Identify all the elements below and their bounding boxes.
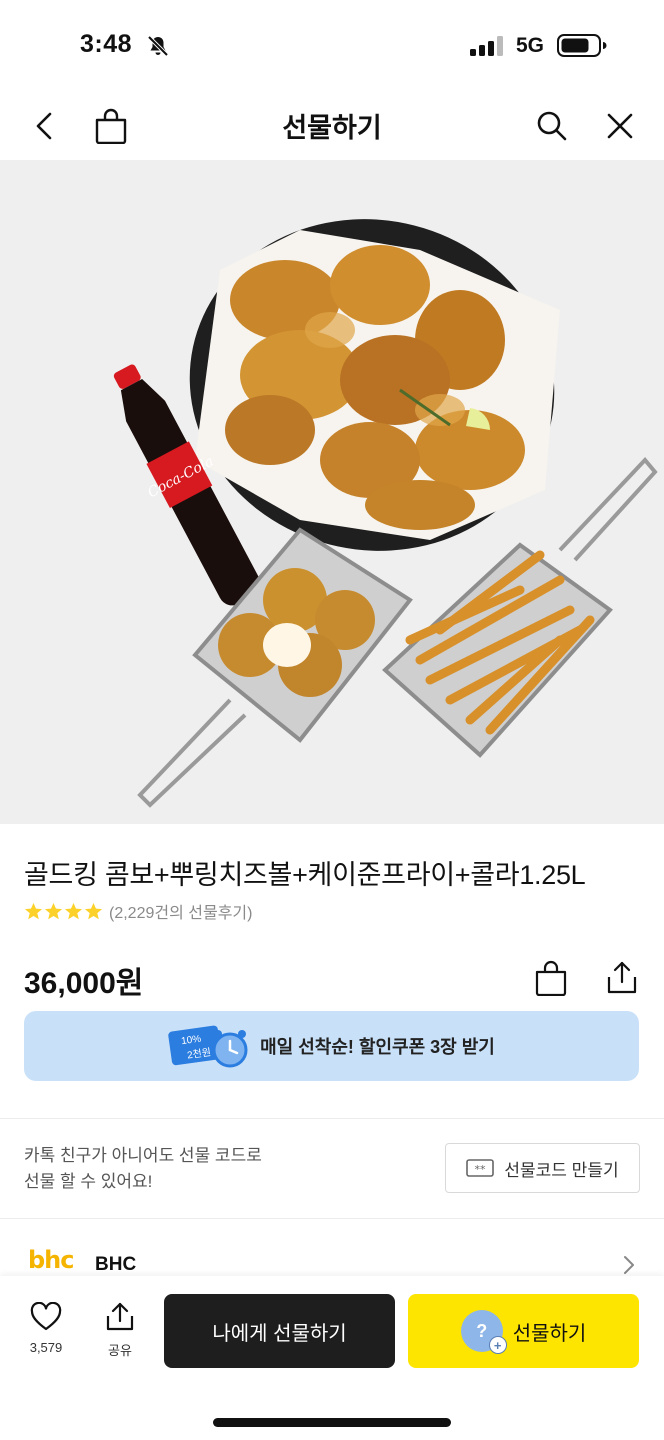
create-gift-code-button[interactable]: ** 선물코드 만들기	[445, 1143, 640, 1193]
bell-slash-icon	[147, 35, 169, 57]
like-button[interactable]: 3,579	[16, 1302, 76, 1372]
nav-bar: 선물하기	[0, 92, 664, 160]
cheese-ball-basket	[137, 527, 413, 808]
signal-icon	[470, 36, 503, 56]
status-time: 3:48	[80, 30, 133, 58]
chevron-right-icon	[624, 1256, 634, 1274]
share-icon	[607, 961, 637, 994]
star-icon	[24, 902, 43, 919]
bottom-action-bar: 3,579 공유 나에게 선물하기 ? + 선물하기	[0, 1276, 664, 1440]
battery-icon	[557, 34, 607, 57]
search-icon	[537, 111, 567, 141]
brand-row[interactable]: bhc BHC	[0, 1222, 664, 1282]
send-gift-label: 선물하기	[512, 1322, 587, 1345]
shopping-bag-icon	[535, 960, 567, 996]
star-icon	[64, 902, 83, 919]
gift-to-self-button[interactable]: 나에게 선물하기	[164, 1294, 395, 1368]
star-icon	[84, 902, 103, 919]
close-icon	[607, 113, 633, 139]
coupon-clock-icon: 10% 2천원	[168, 1025, 248, 1068]
search-button[interactable]	[530, 104, 574, 148]
product-price: 36,000원	[24, 967, 144, 1000]
add-to-cart-button[interactable]	[533, 958, 569, 998]
status-bar: 3:48 5G	[0, 0, 664, 92]
send-gift-button[interactable]: ? + 선물하기	[408, 1294, 639, 1368]
review-count: (2,229건의 선물후기)	[109, 905, 253, 922]
product-image[interactable]: Coca-Cola	[0, 160, 664, 824]
brand-name: BHC	[95, 1254, 137, 1275]
star-rating	[24, 902, 103, 921]
like-count: 3,579	[29, 1340, 63, 1355]
product-illustration: Coca-Cola	[113, 219, 658, 808]
network-label: 5G	[516, 34, 545, 57]
home-indicator	[213, 1418, 451, 1427]
gift-code-icon-text: **	[475, 1163, 487, 1176]
share-label: 공유	[108, 1343, 132, 1358]
gift-code-icon: **	[466, 1159, 495, 1177]
gift-code-line2: 선물 할 수 있어요!	[24, 1172, 153, 1191]
product-name: 골드킹 콤보+뿌링치즈볼+케이준프라이+콜라1.25L	[24, 860, 586, 890]
create-gift-code-label: 선물코드 만들기	[504, 1160, 619, 1180]
coupon-label: 매일 선착순! 할인쿠폰 3장 받기	[260, 1037, 495, 1057]
share-button[interactable]	[604, 958, 640, 998]
gift-code-description: 카톡 친구가 아니어도 선물 코드로 선물 할 수 있어요!	[24, 1143, 262, 1195]
share-icon	[106, 1302, 134, 1331]
star-icon	[44, 902, 63, 919]
section-divider	[0, 1218, 664, 1219]
friend-select-avatar-icon: ? +	[460, 1310, 507, 1354]
gift-code-line1: 카톡 친구가 아니어도 선물 코드로	[24, 1146, 262, 1165]
heart-icon	[30, 1302, 62, 1331]
close-button[interactable]	[598, 104, 642, 148]
brand-logo: bhc	[28, 1246, 74, 1274]
rating-row[interactable]: (2,229건의 선물후기)	[24, 899, 252, 923]
coupon-banner[interactable]: 10% 2천원 매일 선착순! 할인쿠폰 3장 받기	[24, 1011, 639, 1081]
share-bottom-button[interactable]: 공유	[90, 1302, 150, 1372]
section-divider	[0, 1118, 664, 1119]
gift-to-self-label: 나에게 선물하기	[212, 1322, 347, 1345]
